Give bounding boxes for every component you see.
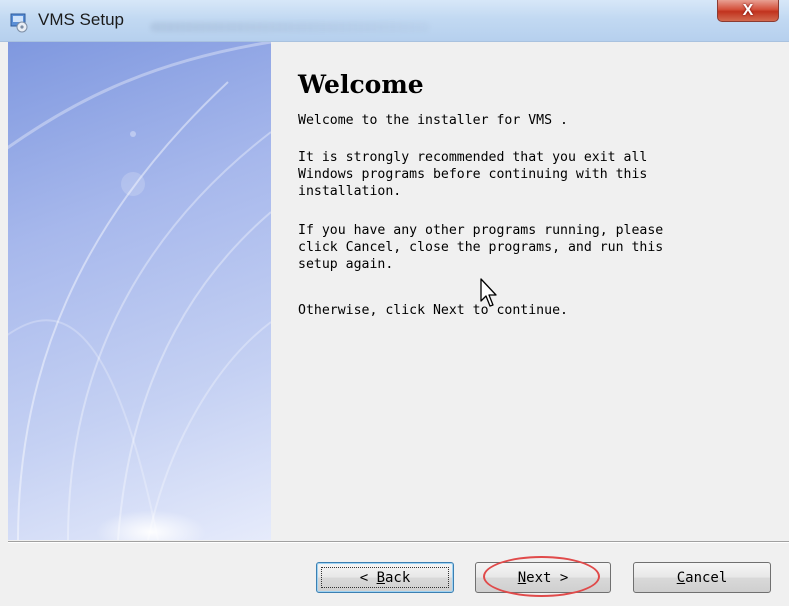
other-programs-text: If you have any other programs running, …: [298, 223, 664, 272]
mouse-pointer-icon: [480, 278, 497, 307]
window-title: VMS Setup: [38, 10, 124, 29]
button-area-divider: [8, 541, 789, 543]
title-bar[interactable]: VMS Setup X: [0, 0, 789, 42]
banner-swirl-graphic: [8, 42, 271, 540]
annotation-highlight-circle: [483, 556, 600, 597]
welcome-text: Welcome to the installer for VMS .: [298, 113, 568, 128]
installer-icon: [10, 13, 28, 33]
page-title: Welcome: [298, 70, 424, 99]
focus-rectangle: [321, 567, 449, 588]
wizard-content: Welcome Welcome to the installer for VMS…: [271, 42, 789, 540]
blurred-title-suffix: [150, 22, 430, 32]
close-button[interactable]: X: [717, 0, 779, 22]
back-button[interactable]: < Back: [316, 562, 454, 593]
cancel-button[interactable]: Cancel: [633, 562, 771, 593]
close-icon: X: [742, 1, 754, 19]
recommendation-text: It is strongly recommended that you exit…: [298, 150, 648, 199]
wizard-side-banner: [8, 42, 271, 540]
setup-window: VMS Setup X Welcome Welcome to the insta…: [0, 0, 789, 606]
continue-instruction-text: Otherwise, click Next to continue.: [298, 303, 568, 318]
